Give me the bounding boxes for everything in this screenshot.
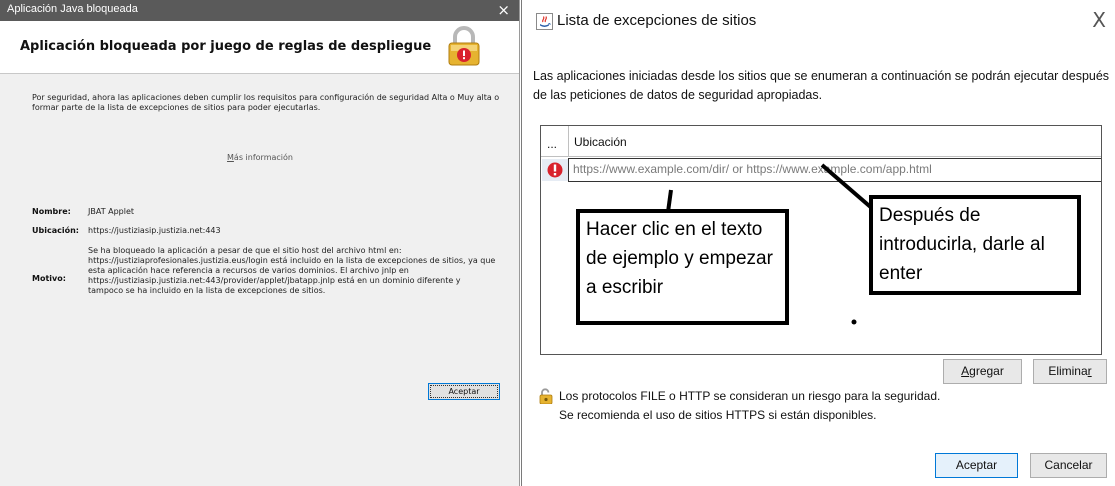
java-icon	[536, 13, 553, 30]
left-header: Aplicación bloqueada por juego de reglas…	[0, 21, 519, 74]
right-close-icon[interactable]: X	[1092, 8, 1106, 32]
security-requirements-text: Por seguridad, ahora las aplicaciones de…	[32, 93, 500, 112]
warning-icon	[547, 162, 563, 178]
remove-main: Elimina	[1048, 364, 1088, 378]
accept-button[interactable]: Aceptar	[935, 453, 1018, 478]
location-value: https://justiziasip.justizia.net:443	[88, 226, 221, 235]
column-separator	[568, 126, 569, 157]
more-info-link[interactable]: Más información	[0, 153, 519, 163]
column-header-location[interactable]: Ubicación	[574, 135, 627, 149]
callout-press-enter: Después de introducirla, darle al enter	[869, 195, 1081, 295]
remove-accel: r	[1087, 364, 1092, 378]
blocked-app-dialog: Aplicación Java bloqueada × Aplicación b…	[0, 0, 520, 486]
name-label: Nombre:	[32, 207, 71, 216]
left-accept-button[interactable]: Aceptar	[428, 383, 500, 400]
site-exception-list-dialog: Lista de excepciones de sitios X Las apl…	[521, 0, 1115, 486]
unlocked-padlock-icon	[539, 388, 553, 404]
add-button[interactable]: Agregar	[943, 359, 1022, 384]
reason-label: Motivo:	[32, 274, 66, 283]
row-warning-cell	[542, 159, 568, 181]
table-row[interactable]: https://www.example.com/dir/ or https://…	[541, 158, 1101, 182]
padlock-icon	[448, 26, 480, 66]
more-info-accel: M	[227, 153, 234, 162]
callout-click-example: Hacer clic en el texto de ejemplo y empe…	[576, 209, 789, 325]
location-label: Ubicación:	[32, 226, 79, 235]
right-window-title: Lista de excepciones de sitios	[557, 12, 757, 29]
table-header: ... Ubicación	[541, 126, 1101, 157]
right-titlebar: Lista de excepciones de sitios X	[522, 0, 1115, 40]
name-value: JBAT Applet	[88, 207, 135, 216]
column-header-dots[interactable]: ...	[547, 137, 557, 151]
location-url-input[interactable]: https://www.example.com/dir/ or https://…	[568, 158, 1101, 182]
more-info-rest: ás información	[233, 153, 293, 162]
protocol-line-1: Los protocolos FILE o HTTP se consideran…	[559, 389, 941, 403]
protocol-warning-text: Los protocolos FILE o HTTP se consideran…	[559, 387, 1099, 425]
remove-button[interactable]: Eliminar	[1033, 359, 1107, 384]
left-close-icon[interactable]: ×	[497, 1, 510, 19]
cancel-button[interactable]: Cancelar	[1030, 453, 1107, 478]
add-rest: gregar	[969, 364, 1004, 378]
left-titlebar: Aplicación Java bloqueada ×	[0, 0, 519, 21]
protocol-line-2: Se recomienda el uso de sitios HTTPS si …	[559, 408, 877, 422]
intro-text: Las aplicaciones iniciadas desde los sit…	[533, 69, 1110, 102]
left-heading: Aplicación bloqueada por juego de reglas…	[20, 39, 432, 54]
left-window-title: Aplicación Java bloqueada	[7, 3, 138, 15]
reason-value: Se ha bloqueado la aplicación a pesar de…	[88, 246, 496, 295]
add-accel: A	[961, 364, 970, 378]
